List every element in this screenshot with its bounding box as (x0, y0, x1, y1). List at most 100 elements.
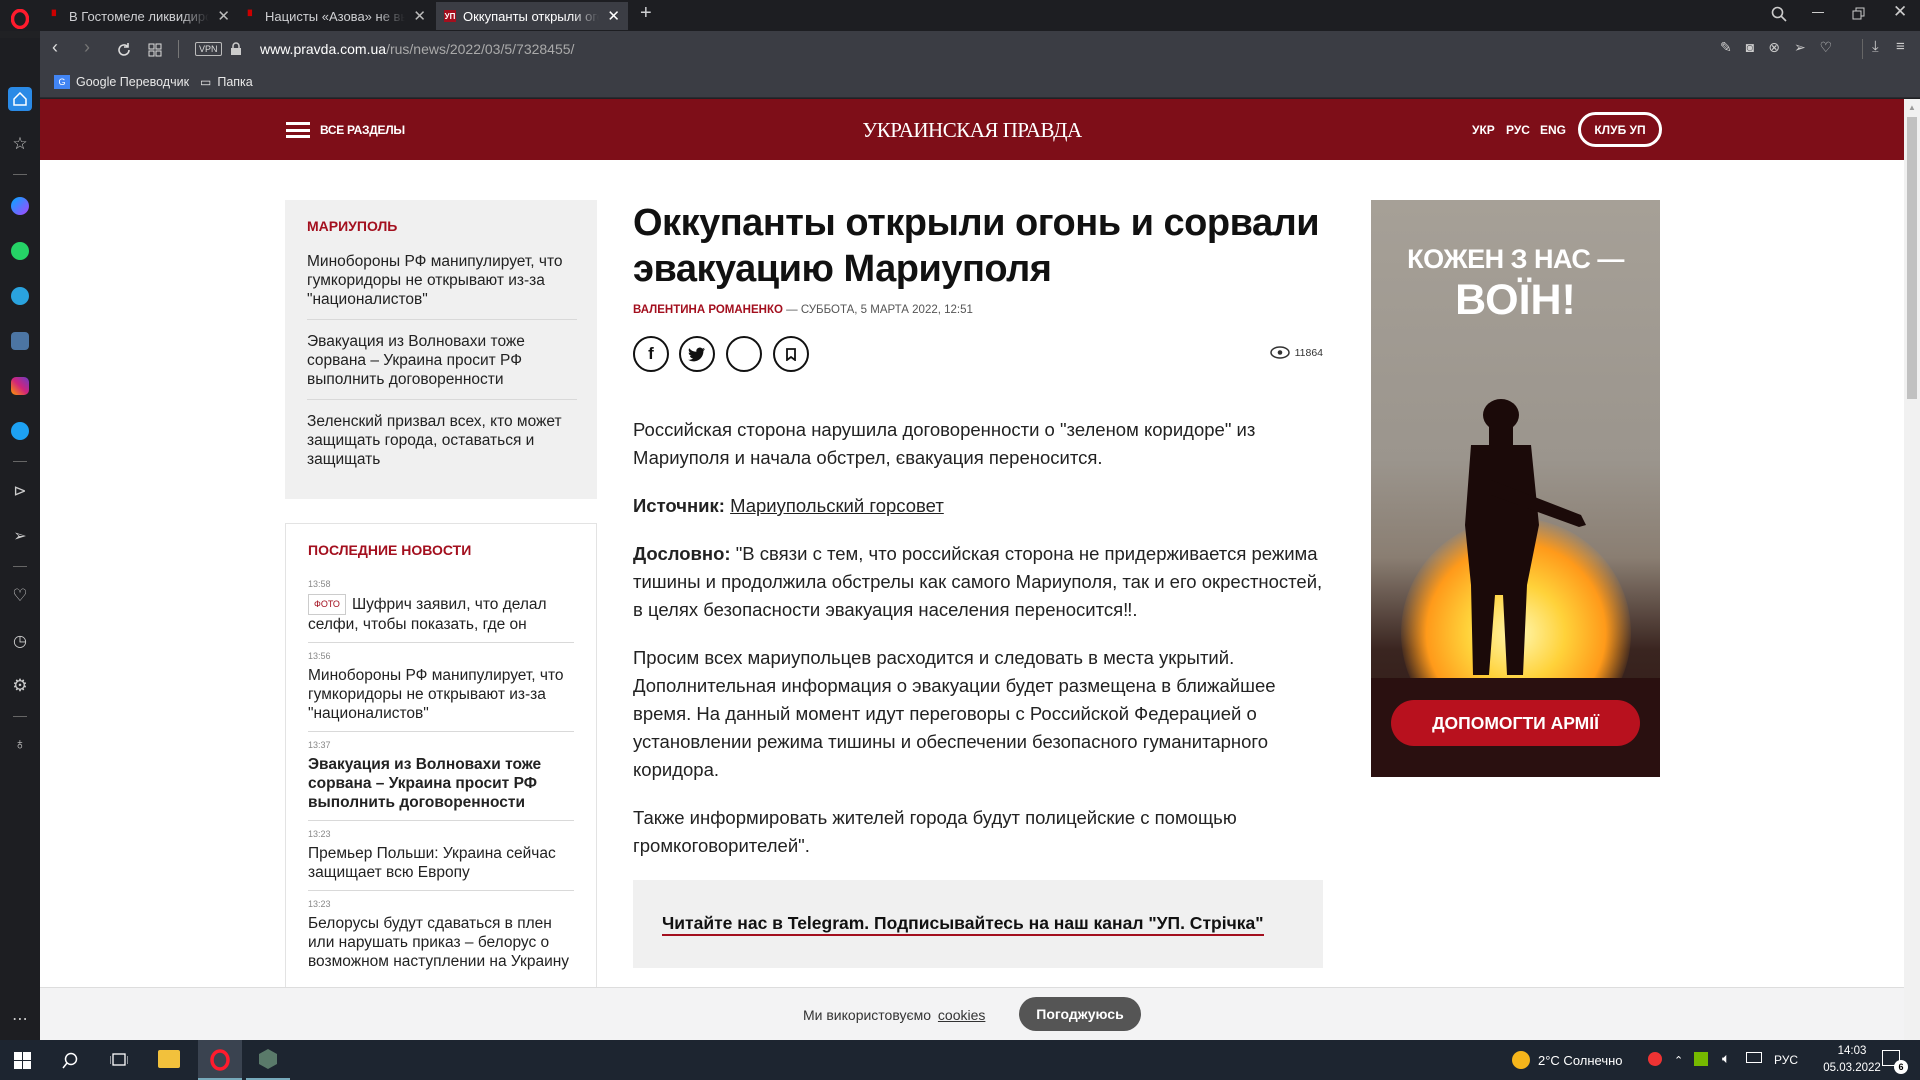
settings-gear-icon[interactable]: ⚙ (8, 674, 32, 698)
accept-cookies-button[interactable]: Погоджуюсь (1019, 997, 1141, 1031)
author-link[interactable]: ВАЛЕНТИНА РОМАНЕНКО (633, 304, 783, 316)
weather-text[interactable]: 2°C Солнечно (1538, 1053, 1623, 1068)
lock-icon[interactable] (230, 42, 242, 56)
translate-icon: G (54, 75, 70, 89)
news-time: 13:23 (308, 899, 331, 909)
opera-tray-icon[interactable] (1648, 1052, 1662, 1066)
tab-title: В Гостомеле ликвидирова (69, 8, 210, 24)
flow-icon[interactable]: ➢ (8, 524, 32, 548)
cookies-link[interactable]: cookies (938, 1007, 985, 1023)
download-icon[interactable]: ⤓ (1872, 38, 1879, 55)
scroll-up-icon[interactable]: ▲ (1908, 103, 1916, 112)
vpn-badge[interactable]: VPN (195, 42, 222, 56)
latest-news-title[interactable]: ПОСЛЕДНИЕ НОВОСТИ (308, 542, 471, 558)
topic-title[interactable]: МАРИУПОЛЬ (307, 218, 397, 234)
news-time: 13:37 (308, 740, 331, 750)
twitter-icon[interactable] (8, 419, 32, 443)
lang-eng[interactable]: ENG (1540, 123, 1566, 137)
search-icon[interactable] (62, 1052, 79, 1069)
telegram-icon[interactable] (8, 284, 32, 308)
topic-item[interactable]: Зеленский призвал всех, кто может защища… (307, 412, 577, 469)
windows-start-icon[interactable] (14, 1052, 31, 1069)
telegram-link[interactable]: Читайте нас в Telegram. Подписывайтесь н… (662, 912, 1264, 936)
edit-icon[interactable]: ✎ (1720, 39, 1746, 55)
facebook-share-icon[interactable]: f (633, 336, 669, 372)
help-army-button[interactable]: ДОПОМОГТИ АРМІЇ (1391, 700, 1640, 746)
file-explorer-icon[interactable] (158, 1050, 180, 1068)
source-link[interactable]: Мариупольский горсовет (730, 495, 944, 516)
more-icon[interactable]: ⋯ (8, 1007, 32, 1031)
address-bar: ‹ › VPN www.pravda.com.ua/rus/news/2022/… (40, 31, 1920, 68)
input-language[interactable]: РУС (1774, 1053, 1798, 1067)
article-source: Источник: Мариупольский горсовет (633, 492, 1323, 520)
taskbar-opera-button[interactable] (198, 1040, 242, 1080)
list-item[interactable]: 13:23 Премьер Польши: Украина сейчас защ… (308, 829, 574, 882)
pinboard-heart-icon[interactable]: ♡ (8, 584, 32, 608)
restore-icon[interactable] (1852, 7, 1866, 21)
lang-rus[interactable]: РУС (1506, 123, 1530, 137)
bookmark-icon[interactable] (773, 336, 809, 372)
heart-icon[interactable]: ♡ (1820, 39, 1847, 55)
topic-item[interactable]: Эвакуация из Волновахи тоже сорвана – Ук… (307, 332, 577, 389)
tab-1[interactable]: ▘ В Гостомеле ликвидирова ✕ (42, 2, 238, 30)
clock[interactable]: 14:03 05.03.2022 (1812, 1043, 1892, 1077)
network-icon[interactable] (1746, 1052, 1762, 1063)
lang-ukr[interactable]: УКР (1472, 123, 1495, 137)
taskbar-game-button[interactable] (246, 1040, 290, 1080)
opera-logo-icon[interactable] (0, 0, 40, 38)
bookmarks-star-icon[interactable]: ☆ (8, 132, 32, 156)
instagram-icon[interactable] (8, 374, 32, 398)
tab-close-icon[interactable]: ✕ (217, 7, 230, 25)
list-item[interactable]: 13:58 ФОТО Шуфрич заявил, что делал селфи… (308, 579, 574, 634)
tab-close-icon[interactable]: ✕ (413, 7, 426, 25)
weather-sun-icon[interactable] (1512, 1051, 1530, 1069)
tabs-grid-icon[interactable] (148, 43, 162, 57)
speed-dial-icon[interactable] (8, 87, 32, 111)
bookmarks-bar: G Google Переводчик ▭ Папка (40, 68, 1920, 98)
comment-icon[interactable] (726, 336, 762, 372)
list-item[interactable]: 13:37 Эвакуация из Волновахи тоже сорван… (308, 740, 574, 812)
bookmark-google-translate[interactable]: G Google Переводчик (54, 75, 189, 89)
messenger-icon[interactable] (8, 194, 32, 218)
tab-close-icon[interactable]: ✕ (607, 7, 620, 25)
tab-3-active[interactable]: УП Оккупанты открыли огонь ✕ (436, 2, 628, 30)
url-field[interactable]: www.pravda.com.ua/rus/news/2022/03/5/732… (260, 41, 574, 57)
tab-2[interactable]: ▘ Нацисты «Азова» не выпу ✕ (238, 2, 434, 30)
folder-icon: ▭ (200, 75, 212, 89)
adblock-icon[interactable]: ⊗ (1768, 39, 1794, 55)
article-paragraph: Просим всех мариупольцев расходится и сл… (633, 647, 1276, 780)
vk-icon[interactable] (8, 329, 32, 353)
news-text: Премьер Польши: Украина сейчас защищает … (308, 845, 556, 881)
article-body: Российская сторона нарушила договореннос… (633, 416, 1323, 860)
army-ad-banner[interactable]: КОЖЕН З НАС — ВОЇН! ДОПОМОГТИ АРМІЇ (1371, 200, 1660, 777)
tips-bulb-icon[interactable]: ♁ (8, 733, 32, 757)
camera-icon[interactable]: ◙ (1746, 39, 1768, 55)
reload-icon[interactable] (116, 42, 132, 58)
whatsapp-icon[interactable] (8, 239, 32, 263)
topic-item[interactable]: Минобороны РФ манипулирует, что гумкорид… (307, 252, 577, 309)
club-button[interactable]: КЛУБ УП (1578, 112, 1662, 147)
latest-news-block: ПОСЛЕДНИЕ НОВОСТИ 13:58 ФОТО Шуфрич заяви… (285, 523, 597, 993)
close-window-icon[interactable]: ✕ (1893, 2, 1907, 22)
nvidia-icon[interactable] (1694, 1052, 1708, 1066)
bookmark-folder[interactable]: ▭ Папка (200, 75, 253, 89)
minimize-icon[interactable] (1812, 12, 1824, 13)
new-tab-button[interactable]: + (640, 2, 652, 25)
send-icon[interactable]: ➢ (1794, 39, 1820, 55)
player-icon[interactable]: ⊳ (8, 479, 32, 503)
search-tabs-icon[interactable] (1771, 6, 1787, 22)
forward-icon[interactable]: › (84, 37, 90, 58)
list-item[interactable]: 13:23 Белорусы будут сдаваться в плен ил… (308, 899, 574, 971)
opera-sidebar: ☆ ⊳ ➢ ♡ ◷ ⚙ ♁ ⋯ (0, 38, 40, 1040)
scrollbar-thumb[interactable] (1907, 117, 1917, 399)
page-scrollbar[interactable]: ▲ (1904, 99, 1920, 1040)
twitter-share-icon[interactable] (679, 336, 715, 372)
menu-icon[interactable]: ≡ (1896, 38, 1905, 55)
back-icon[interactable]: ‹ (52, 37, 58, 58)
show-hidden-icons[interactable]: ⌃ (1674, 1054, 1683, 1067)
history-icon[interactable]: ◷ (8, 629, 32, 653)
task-view-icon[interactable] (110, 1052, 128, 1068)
quote-text: "В связи с тем, что российская сторона н… (633, 543, 1323, 620)
volume-icon[interactable]: 🔈︎ (1722, 1050, 1730, 1067)
list-item[interactable]: 13:56 Минобороны РФ манипулирует, что гу… (308, 651, 574, 723)
